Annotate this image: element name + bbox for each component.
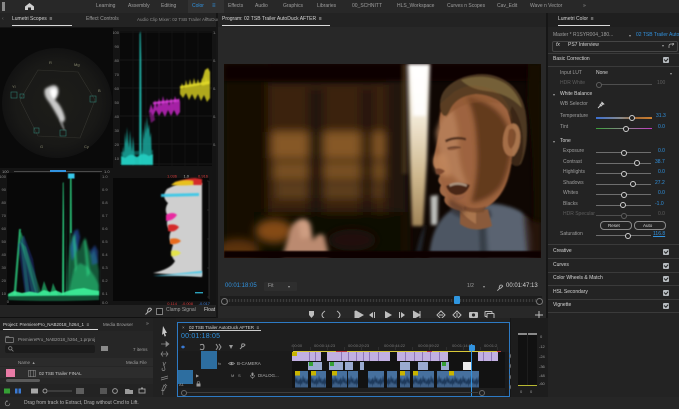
svg-text:1.0: 1.0 (213, 30, 216, 35)
svg-text:0.6: 0.6 (213, 86, 216, 91)
svg-text:20: 20 (2, 278, 7, 283)
svg-text:Yl: Yl (12, 84, 16, 89)
svg-text:1.0: 1.0 (183, 174, 189, 179)
svg-text:Cy: Cy (84, 144, 89, 149)
svg-text:0.6: 0.6 (102, 226, 108, 231)
svg-text:90: 90 (115, 44, 120, 49)
svg-text:30: 30 (2, 265, 7, 270)
svg-text:0.8: 0.8 (102, 200, 108, 205)
svg-text:40: 40 (2, 252, 7, 257)
svg-text:-0.017: -0.017 (199, 301, 211, 305)
svg-text:10: 10 (115, 156, 120, 161)
svg-text:B: B (98, 88, 101, 93)
svg-text:G: G (40, 144, 43, 149)
svg-text:0.114: 0.114 (167, 301, 177, 305)
svg-text:0.9: 0.9 (102, 187, 108, 192)
svg-text:90: 90 (2, 187, 7, 192)
svg-text:70: 70 (2, 213, 7, 218)
svg-text:80: 80 (115, 58, 120, 63)
svg-text:0.7: 0.7 (102, 213, 108, 218)
svg-text:Mg: Mg (74, 62, 80, 67)
svg-text:T: T (161, 391, 165, 395)
svg-text:100: 100 (113, 30, 120, 35)
svg-text:70: 70 (115, 72, 120, 77)
svg-text:0.4: 0.4 (213, 114, 216, 119)
svg-text:0.916: 0.916 (198, 174, 209, 179)
svg-text:0.2: 0.2 (102, 278, 108, 283)
svg-text:100: 100 (0, 174, 7, 179)
svg-text:50: 50 (115, 100, 120, 105)
svg-text:0.4: 0.4 (102, 252, 108, 257)
svg-text:0.3: 0.3 (102, 265, 108, 270)
svg-text:80: 80 (2, 200, 7, 205)
svg-text:0.2: 0.2 (213, 142, 216, 147)
svg-text:40: 40 (115, 114, 120, 119)
svg-text:10: 10 (2, 291, 7, 296)
svg-text:1.036: 1.036 (167, 174, 178, 179)
svg-text:0.0: 0.0 (102, 300, 108, 305)
svg-text:0.1: 0.1 (102, 291, 108, 296)
svg-text:60: 60 (115, 86, 120, 91)
svg-text:50: 50 (2, 239, 7, 244)
svg-text:20: 20 (115, 142, 120, 147)
svg-text:-0.008: -0.008 (182, 301, 194, 305)
svg-text:0.5: 0.5 (102, 239, 108, 244)
svg-text:0.8: 0.8 (213, 58, 216, 63)
svg-text:R: R (49, 60, 52, 65)
svg-text:30: 30 (115, 128, 120, 133)
svg-text:60: 60 (2, 226, 7, 231)
svg-text:1.0: 1.0 (102, 174, 108, 179)
